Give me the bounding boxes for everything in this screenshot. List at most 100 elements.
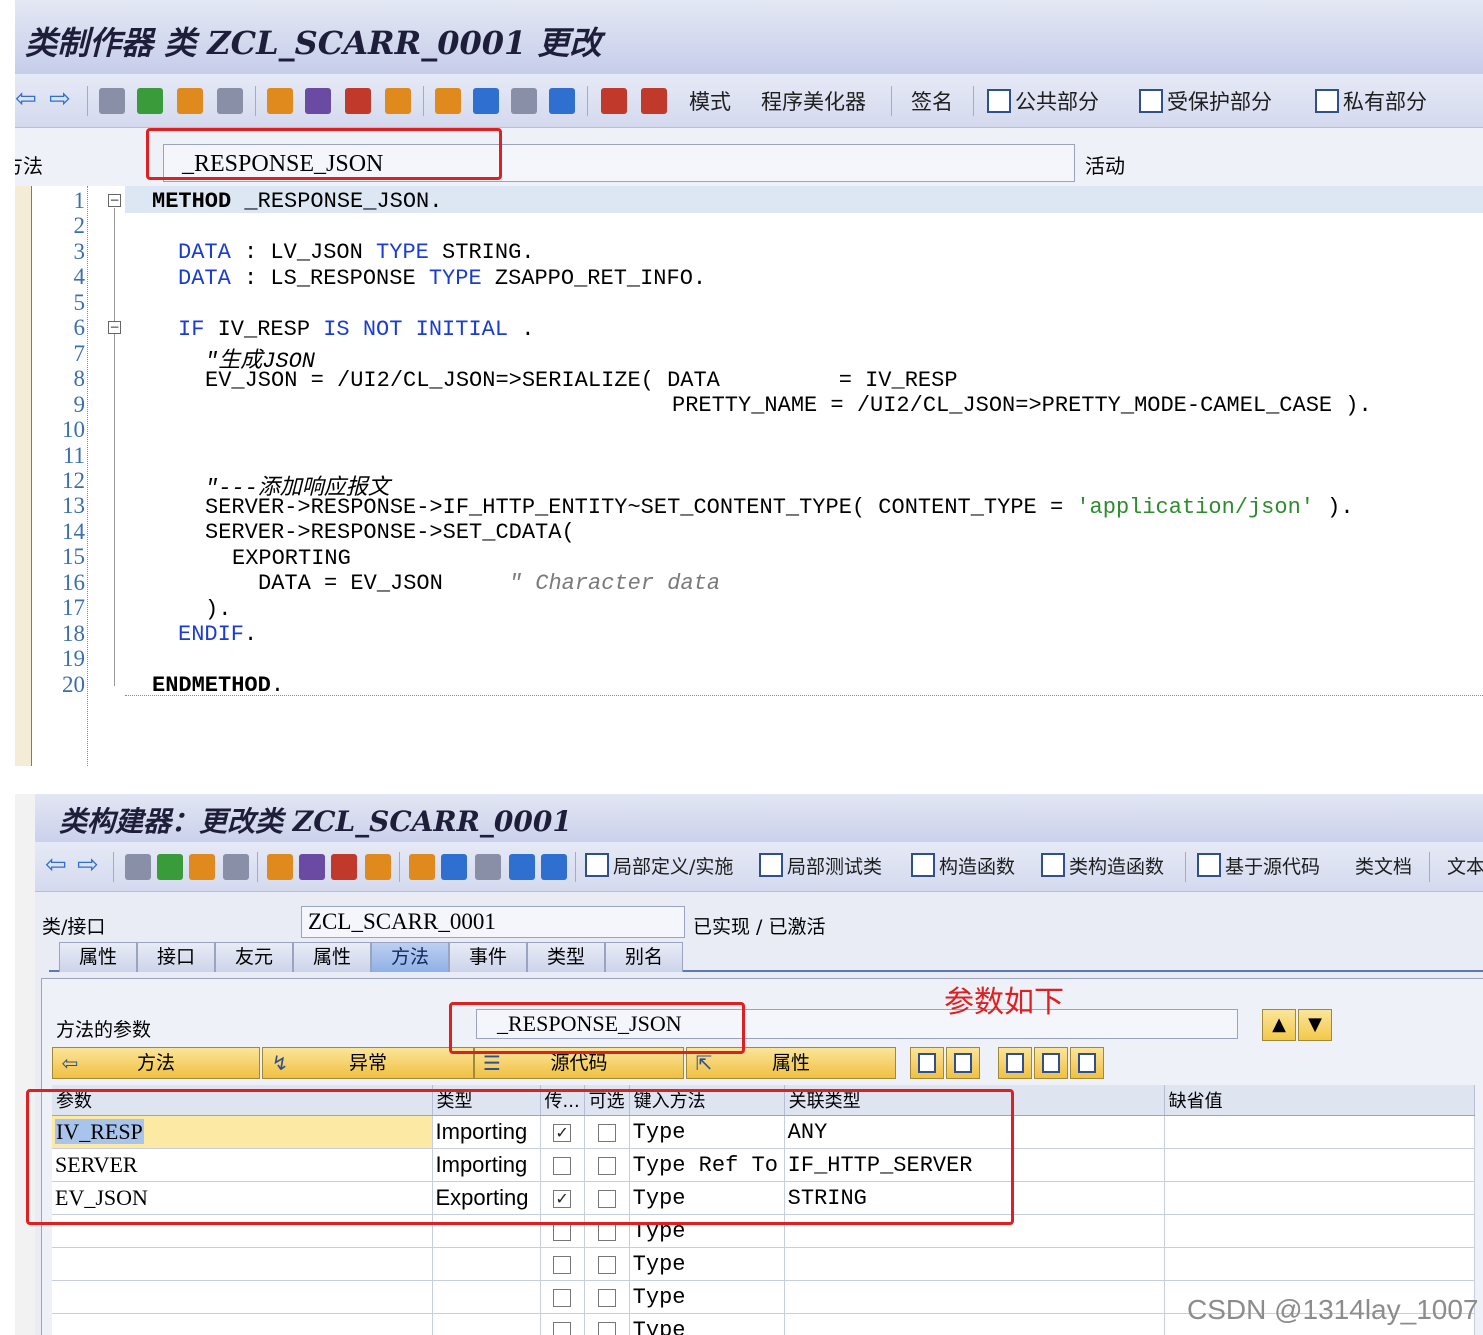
stop-icon[interactable] xyxy=(641,88,667,114)
associated-type-cell[interactable]: IF_HTTP_SERVER xyxy=(784,1148,1165,1182)
magic-wand-icon[interactable] xyxy=(305,88,331,114)
param-kind-cell[interactable] xyxy=(432,1280,541,1314)
param-kind-cell[interactable] xyxy=(432,1313,541,1335)
align-icon[interactable] xyxy=(473,88,499,114)
col-typing-method[interactable]: 键入方法 xyxy=(629,1085,785,1116)
activate-icon[interactable] xyxy=(189,854,215,880)
insert-row-button[interactable] xyxy=(910,1047,944,1079)
private-section-button[interactable]: 私有部分 xyxy=(1315,86,1427,116)
default-value-cell[interactable] xyxy=(1164,1247,1475,1281)
typing-method-cell[interactable]: Type xyxy=(629,1313,785,1335)
optional-checkbox[interactable] xyxy=(597,1189,616,1208)
local-test-classes-button[interactable]: 局部测试类 xyxy=(759,852,882,879)
param-kind-cell[interactable]: Importing xyxy=(432,1115,541,1149)
triangle-up-icon[interactable]: ▲ xyxy=(1262,1009,1296,1041)
list-icon[interactable] xyxy=(511,88,537,114)
associated-type-cell[interactable] xyxy=(784,1313,1165,1335)
signature-button[interactable]: 签名 xyxy=(911,86,953,116)
cut-button[interactable] xyxy=(998,1047,1032,1079)
typing-method-cell[interactable]: Type xyxy=(629,1247,785,1281)
typing-method-cell[interactable]: Type Ref To xyxy=(629,1148,785,1182)
associated-type-cell[interactable]: ANY xyxy=(784,1115,1165,1149)
public-section-button[interactable]: 公共部分 xyxy=(987,86,1099,116)
col-associated-type[interactable]: 关联类型 xyxy=(784,1085,1165,1116)
by-value-checkbox[interactable] xyxy=(553,1321,572,1335)
param-kind-cell[interactable] xyxy=(432,1214,541,1248)
by-value-checkbox[interactable] xyxy=(553,1156,572,1175)
col-optional[interactable]: 可选 xyxy=(584,1085,630,1116)
tab-interfaces[interactable]: 接口 xyxy=(137,942,215,972)
forward-arrow-icon[interactable]: ⇨ xyxy=(77,852,103,878)
table-row[interactable]: Type xyxy=(52,1214,1475,1248)
test-icon[interactable] xyxy=(331,854,357,880)
filter-icon[interactable] xyxy=(509,854,535,880)
check-icon[interactable] xyxy=(217,88,243,114)
back-arrow-icon[interactable]: ⇦ xyxy=(45,852,71,878)
export-icon[interactable] xyxy=(365,854,391,880)
by-value-checkbox[interactable] xyxy=(553,1288,572,1307)
test-icon[interactable] xyxy=(345,88,371,114)
list-icon[interactable] xyxy=(475,854,501,880)
default-value-cell[interactable] xyxy=(1164,1148,1475,1182)
associated-type-cell[interactable] xyxy=(784,1247,1165,1281)
forward-arrow-icon[interactable]: ⇨ xyxy=(49,86,75,112)
col-default-value[interactable]: 缺省值 xyxy=(1164,1085,1475,1116)
col-type[interactable]: 类型 xyxy=(432,1085,541,1116)
source-code-nav-button[interactable]: ☰ 源代码 xyxy=(474,1047,684,1079)
tab-properties[interactable]: 属性 xyxy=(59,942,137,972)
method-name-field[interactable]: _RESPONSE_JSON xyxy=(476,1009,1238,1039)
protected-section-button[interactable]: 受保护部分 xyxy=(1139,86,1272,116)
param-name-cell[interactable]: SERVER xyxy=(52,1148,433,1182)
by-value-cell[interactable] xyxy=(540,1247,585,1281)
by-value-cell[interactable] xyxy=(540,1148,585,1182)
constructor-button[interactable]: 构造函数 xyxy=(911,852,1015,879)
code-editor[interactable]: − − 1 2 3 4 5 6 7 8 9 10 11 12 13 14 15 16 17 18 19 20 METH… xyxy=(15,186,1483,766)
typing-method-cell[interactable]: Type xyxy=(629,1181,785,1215)
by-value-checkbox[interactable] xyxy=(553,1255,572,1274)
breakpoint-icon[interactable] xyxy=(601,88,627,114)
default-value-cell[interactable] xyxy=(1164,1181,1475,1215)
toggle-display-change-icon[interactable] xyxy=(125,854,151,880)
by-value-cell[interactable] xyxy=(540,1313,585,1335)
optional-checkbox[interactable] xyxy=(597,1321,616,1335)
param-name-cell[interactable] xyxy=(52,1247,433,1281)
triangle-down-icon[interactable]: ▼ xyxy=(1298,1009,1332,1041)
col-by-value[interactable]: 传... xyxy=(540,1085,585,1116)
optional-checkbox[interactable] xyxy=(597,1288,616,1307)
exceptions-nav-button[interactable]: ↯ 异常 xyxy=(262,1047,474,1079)
by-value-checkbox[interactable]: ✓ xyxy=(553,1189,572,1208)
magic-wand-icon[interactable] xyxy=(299,854,325,880)
delete-row-button[interactable] xyxy=(946,1047,980,1079)
back-arrow-icon[interactable]: ⇦ xyxy=(15,86,41,112)
optional-cell[interactable] xyxy=(584,1214,630,1248)
optional-cell[interactable] xyxy=(584,1280,630,1314)
table-row[interactable]: Type xyxy=(52,1247,1475,1281)
by-value-checkbox[interactable] xyxy=(553,1222,572,1241)
table-row[interactable]: EV_JSON Exporting ✓ Type STRING xyxy=(52,1181,1475,1215)
tab-methods[interactable]: 方法 xyxy=(371,942,449,972)
tab-aliases[interactable]: 别名 xyxy=(605,942,683,972)
param-kind-cell[interactable]: Exporting xyxy=(432,1181,541,1215)
param-name-cell[interactable] xyxy=(52,1280,433,1314)
other-object-icon[interactable] xyxy=(157,854,183,880)
activate-icon[interactable] xyxy=(177,88,203,114)
by-value-cell[interactable]: ✓ xyxy=(540,1181,585,1215)
pretty-printer-button[interactable]: 程序美化器 xyxy=(761,86,866,116)
hierarchy-icon[interactable] xyxy=(409,854,435,880)
associated-type-cell[interactable] xyxy=(784,1280,1165,1314)
method-name-field[interactable]: _RESPONSE_JSON xyxy=(163,144,1075,182)
optional-checkbox[interactable] xyxy=(597,1222,616,1241)
by-value-checkbox[interactable]: ✓ xyxy=(553,1123,572,1142)
tab-friends[interactable]: 友元 xyxy=(215,942,293,972)
pattern-button[interactable]: 模式 xyxy=(689,86,731,116)
by-value-cell[interactable] xyxy=(540,1214,585,1248)
optional-checkbox[interactable] xyxy=(597,1123,616,1142)
other-object-icon[interactable] xyxy=(137,88,163,114)
typing-method-cell[interactable]: Type xyxy=(629,1214,785,1248)
info-icon[interactable] xyxy=(549,88,575,114)
optional-cell[interactable] xyxy=(584,1247,630,1281)
param-name-cell[interactable]: EV_JSON xyxy=(52,1181,433,1215)
typing-method-cell[interactable]: Type xyxy=(629,1115,785,1149)
info-icon[interactable] xyxy=(541,854,567,880)
hierarchy-icon[interactable] xyxy=(435,88,461,114)
